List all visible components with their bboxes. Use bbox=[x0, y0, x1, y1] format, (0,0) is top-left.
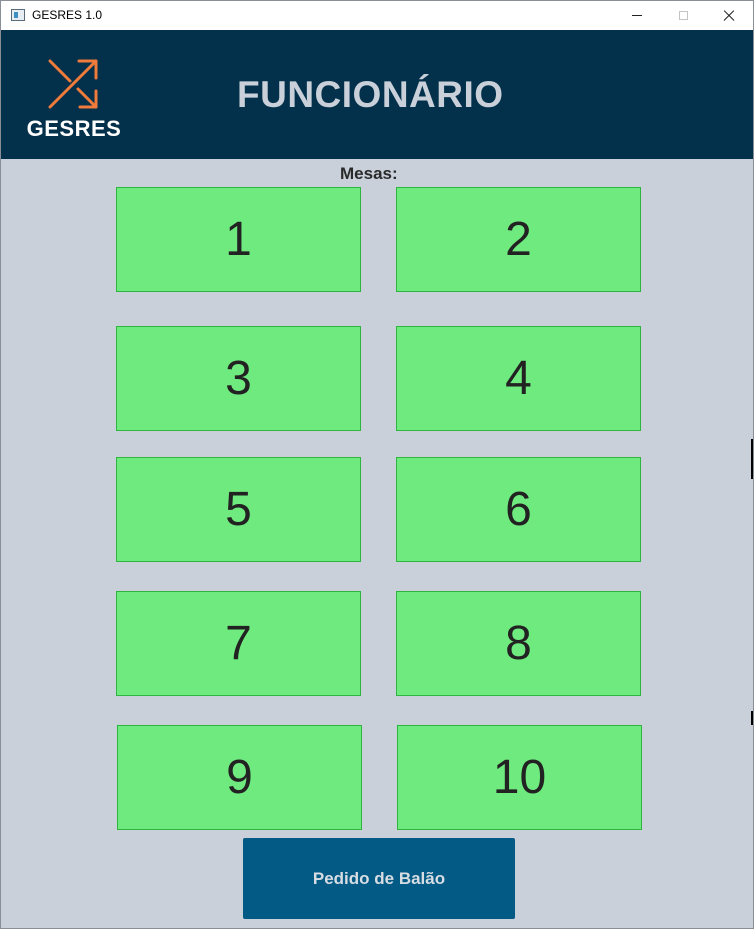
table-button-3[interactable]: 3 bbox=[116, 326, 361, 431]
table-button-8[interactable]: 8 bbox=[396, 591, 641, 696]
table-button-9[interactable]: 9 bbox=[117, 725, 362, 830]
shuffle-arrows-icon bbox=[48, 59, 98, 109]
table-button-1[interactable]: 1 bbox=[116, 187, 361, 292]
table-button-2[interactable]: 2 bbox=[396, 187, 641, 292]
table-button-7[interactable]: 7 bbox=[116, 591, 361, 696]
pedido-balao-button[interactable]: Pedido de Balão bbox=[243, 838, 515, 919]
minimize-button[interactable] bbox=[614, 1, 660, 30]
table-button-6[interactable]: 6 bbox=[396, 457, 641, 562]
title-bar: GESRES 1.0 bbox=[1, 1, 753, 30]
logo-text: GESRES bbox=[26, 116, 122, 141]
close-icon bbox=[722, 9, 736, 23]
gesres-logo: GESRES bbox=[23, 58, 125, 141]
window-edge-mark bbox=[751, 439, 753, 479]
table-button-10[interactable]: 10 bbox=[397, 725, 642, 830]
app-window-icon bbox=[11, 9, 25, 21]
header-banner: GESRES FUNCIONÁRIO bbox=[1, 30, 753, 159]
mesas-label: Mesas: bbox=[340, 164, 398, 183]
maximize-icon bbox=[678, 11, 688, 20]
maximize-button[interactable] bbox=[660, 1, 706, 30]
window-title: GESRES 1.0 bbox=[32, 8, 103, 22]
window-edge-mark bbox=[751, 711, 753, 725]
page-title: FUNCIONÁRIO bbox=[237, 74, 504, 115]
app-window: GESRES 1.0 GESRES FUNCIONÁRIO Mesas: 1 2… bbox=[0, 0, 754, 929]
close-button[interactable] bbox=[706, 1, 752, 30]
table-button-4[interactable]: 4 bbox=[396, 326, 641, 431]
table-button-5[interactable]: 5 bbox=[116, 457, 361, 562]
minimize-icon bbox=[632, 15, 642, 16]
